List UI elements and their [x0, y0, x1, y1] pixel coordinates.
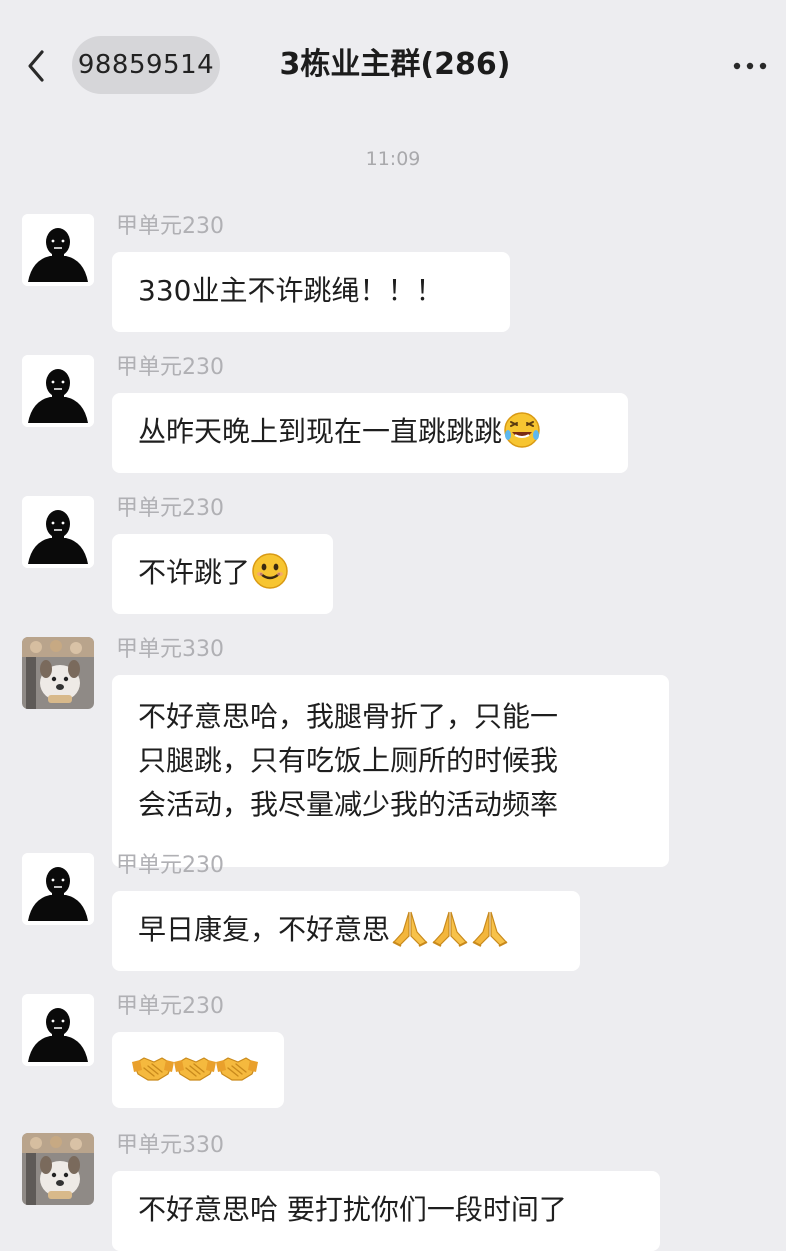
- silhouette-icon: [22, 355, 94, 427]
- message-bubble[interactable]: 330业主不许跳绳！！！: [112, 252, 510, 332]
- message-bubble[interactable]: 不许跳了: [112, 534, 333, 614]
- avatar[interactable]: [22, 496, 94, 568]
- message-timestamp: 11:09: [365, 148, 421, 170]
- sender-name: 甲单元330: [116, 1133, 224, 1158]
- group-id-badge[interactable]: 98859514: [72, 36, 220, 94]
- sender-name: 甲单元230: [116, 853, 224, 878]
- more-dots-icon: [733, 62, 767, 70]
- chat-title: 3栋业主群(286): [279, 47, 511, 82]
- handshake-emoji: [174, 1048, 216, 1088]
- sender-name: 甲单元230: [116, 496, 224, 521]
- message-bubble[interactable]: [112, 1032, 284, 1108]
- message-text: 早日康复，不好意思: [138, 913, 391, 946]
- message-text: 330业主不许跳绳！！！: [138, 274, 444, 307]
- silhouette-icon: [22, 214, 94, 286]
- avatar[interactable]: [22, 1133, 94, 1205]
- message-text: 不许跳了: [138, 556, 251, 589]
- sender-name: 甲单元230: [116, 214, 224, 239]
- silhouette-icon: [22, 994, 94, 1066]
- pray-emoji: [470, 908, 510, 948]
- avatar[interactable]: [22, 637, 94, 709]
- handshake-emoji: [132, 1048, 174, 1088]
- more-button[interactable]: [730, 56, 770, 76]
- chat-header: 98859514 3栋业主群(286): [0, 0, 786, 130]
- sender-name: 甲单元330: [116, 637, 224, 662]
- chevron-left-icon: [28, 50, 44, 82]
- sender-name: 甲单元230: [116, 994, 224, 1019]
- message-text-line: 会活动，我尽量减少我的活动频率: [138, 788, 559, 821]
- pray-emoji: [390, 908, 430, 948]
- dog-photo-icon: [22, 1133, 94, 1205]
- silhouette-icon: [22, 496, 94, 568]
- avatar[interactable]: [22, 853, 94, 925]
- message-bubble[interactable]: 早日康复，不好意思: [112, 891, 580, 971]
- avatar[interactable]: [22, 355, 94, 427]
- message-bubble[interactable]: 不好意思哈，我腿骨折了，只能一 只腿跳，只有吃饭上厕所的时候我 会活动，我尽量减…: [112, 675, 669, 867]
- message-bubble[interactable]: 丛昨天晚上到现在一直跳跳跳: [112, 393, 628, 473]
- message-text: 不好意思哈 要打扰你们一段时间了: [138, 1193, 567, 1226]
- message-text: 丛昨天晚上到现在一直跳跳跳: [138, 415, 503, 448]
- smile-emoji: [250, 551, 290, 591]
- pray-emoji: [430, 908, 470, 948]
- back-button[interactable]: [22, 48, 52, 84]
- message-bubble[interactable]: 不好意思哈 要打扰你们一段时间了: [112, 1171, 660, 1251]
- laughing-tears-emoji: [502, 410, 542, 450]
- handshake-emoji: [216, 1048, 258, 1088]
- message-text-line: 不好意思哈，我腿骨折了，只能一: [138, 700, 559, 733]
- message-text-line: 只腿跳，只有吃饭上厕所的时候我: [138, 744, 559, 777]
- avatar[interactable]: [22, 214, 94, 286]
- avatar[interactable]: [22, 994, 94, 1066]
- sender-name: 甲单元230: [116, 355, 224, 380]
- silhouette-icon: [22, 853, 94, 925]
- dog-photo-icon: [22, 637, 94, 709]
